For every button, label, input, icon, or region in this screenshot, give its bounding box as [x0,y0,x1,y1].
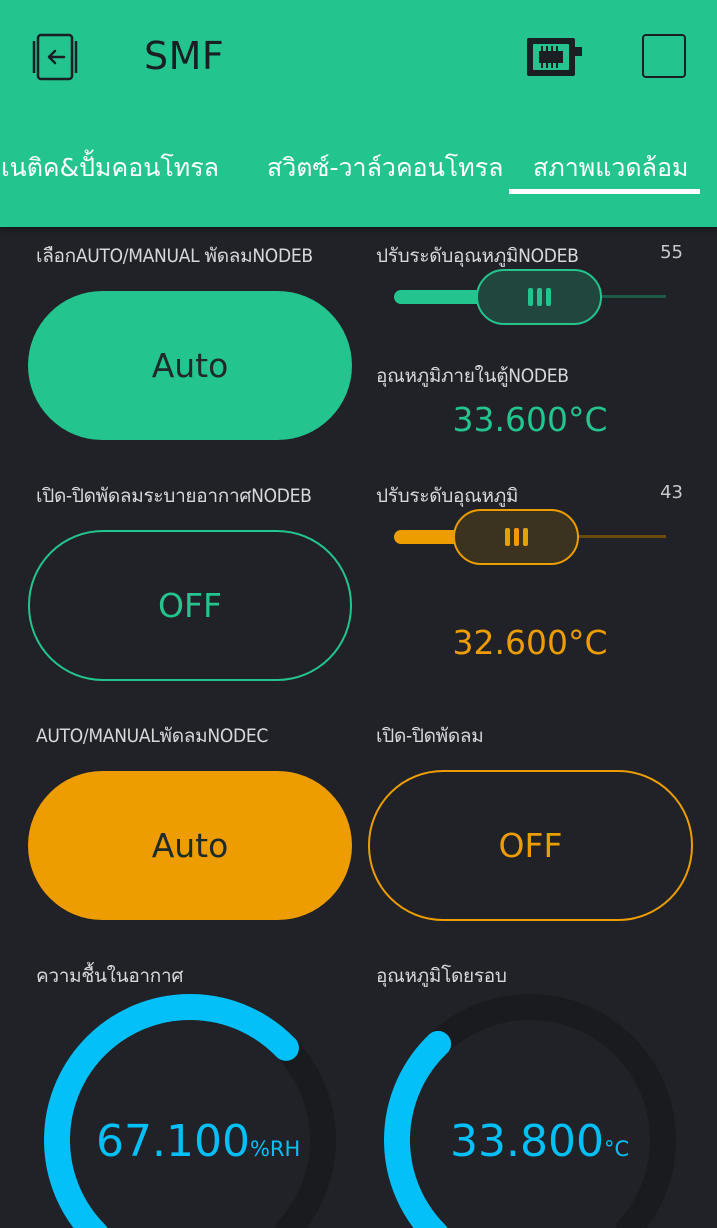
ambient-temp-gauge-label: อุณหภูมิโดยรอบ [376,965,507,987]
fan-vent-nodeb-label: เปิด-ปิดพัดลมระบายอากาศNODEB [36,485,312,507]
header-bar: SMF แมคเนติค&ปั้มคอนโทรล สวิตซ์-วาล์วคอน… [0,0,717,227]
humidity-gauge-readout: 67.100%RH [96,1116,300,1167]
auto-manual-fan-nodec-button[interactable]: Auto [28,771,352,920]
tab-environment[interactable]: สภาพแวดล้อม [533,148,688,188]
humidity-gauge-unit: %RH [249,1137,301,1161]
fan-vent-nodeb-button[interactable]: OFF [28,530,352,681]
ambient-temp-gauge [384,994,676,1228]
temp-slider-label: ปรับระดับอุณหภูมิ [376,485,519,507]
fan-toggle-button[interactable]: OFF [368,770,693,921]
auto-manual-fan-nodeb-label: เลือกAUTO/MANUAL พัดลมNODEB [36,245,313,267]
cabinet-temp-nodeb-label: อุณหภูมิภายในตู้NODEB [376,365,569,387]
auto-manual-fan-nodec-label: AUTO/MANUALพัดลมNODEC [36,725,268,747]
tab-switch-valve[interactable]: สวิตซ์-วาล์วคอนโทรล [267,148,503,188]
ambient-temp-gauge-unit: °C [603,1137,630,1161]
ambient-temp-gauge-value: 33.800 [450,1116,604,1167]
app-screen: SMF แมคเนติค&ปั้มคอนโทรล สวิตซ์-วาล์วคอน… [0,0,717,1228]
active-tab-indicator [509,189,700,194]
temp-slider-value: 43 [660,482,683,503]
temp-slider-nodeb-handle[interactable] [476,269,602,325]
auto-manual-fan-nodeb-button[interactable]: Auto [28,291,352,440]
tab-magnetic-pump[interactable]: แมคเนติค&ปั้มคอนโทรล [0,148,219,188]
device-chip-icon[interactable] [525,35,583,79]
temp-slider-nodeb-value: 55 [660,242,683,263]
square-icon[interactable] [642,34,686,78]
ambient-temp-gauge-readout: 33.800°C [450,1116,629,1167]
app-title: SMF [144,34,225,78]
temp-slider-handle[interactable] [453,509,579,565]
temp-display-value: 32.600°C [452,623,608,662]
cabinet-temp-nodeb-value: 33.600°C [452,400,608,439]
humidity-gauge-value: 67.100 [96,1116,250,1167]
exit-icon[interactable] [30,33,82,81]
humidity-gauge [44,994,336,1228]
temp-slider-nodeb-label: ปรับระดับอุณหภูมิNODEB [376,245,579,267]
fan-toggle-label: เปิด-ปิดพัดลม [376,725,484,747]
humidity-gauge-label: ความชื้นในอากาศ [36,965,184,987]
